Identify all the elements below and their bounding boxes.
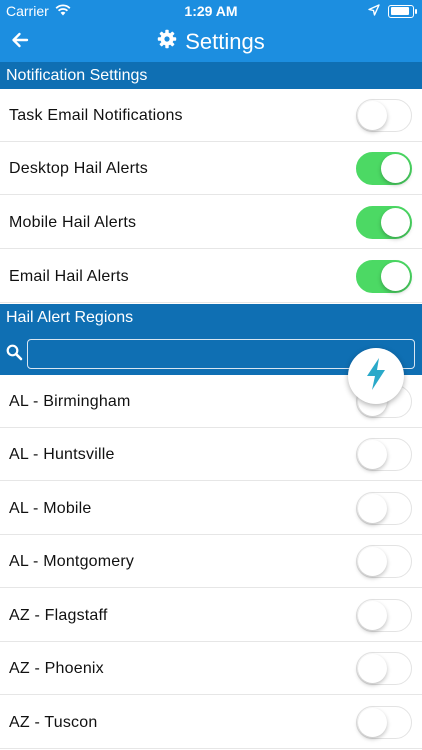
list-item-label: AZ - Phoenix — [9, 659, 104, 677]
list-item-label: AL - Mobile — [9, 499, 92, 517]
notification-settings-header: Notification Settings — [0, 62, 422, 89]
toggle-al-huntsville[interactable] — [356, 438, 412, 471]
hail-alert-regions-header: Hail Alert Regions — [0, 304, 422, 332]
status-time: 1:29 AM — [184, 3, 238, 19]
list-item-mobile-hail-alerts: Mobile Hail Alerts — [0, 196, 422, 249]
list-item-label: Email Hail Alerts — [9, 267, 129, 285]
toggle-az-flagstaff[interactable] — [356, 599, 412, 632]
battery-icon — [388, 4, 417, 18]
toggle-knob — [358, 601, 387, 630]
status-bar: Carrier 1:29 AM — [0, 0, 422, 22]
list-item-label: AL - Montgomery — [9, 552, 135, 570]
page-title: Settings — [185, 29, 265, 54]
toggle-az-phoenix[interactable] — [356, 652, 412, 685]
list-item-label: Task Email Notifications — [9, 106, 183, 124]
toggle-knob — [381, 154, 410, 183]
list-item-desktop-hail-alerts: Desktop Hail Alerts — [0, 142, 422, 195]
list-item-label: AL - Huntsville — [9, 445, 115, 463]
toggle-az-tuscon[interactable] — [356, 706, 412, 739]
page-title-group: Settings — [0, 22, 422, 62]
toggle-knob — [358, 494, 387, 523]
quick-action-button[interactable] — [348, 348, 404, 404]
list-item-label: AL - Birmingham — [9, 392, 131, 410]
toggle-knob — [358, 547, 387, 576]
toggle-desktop-hail-alerts[interactable] — [356, 152, 412, 185]
list-item-al-huntsville: AL - Huntsville — [0, 428, 422, 481]
list-item-al-montgomery: AL - Montgomery — [0, 535, 422, 588]
list-item-label: Desktop Hail Alerts — [9, 159, 148, 177]
toggle-knob — [358, 440, 387, 469]
list-item-az-flagstaff: AZ - Flagstaff — [0, 589, 422, 642]
toggle-knob — [381, 208, 410, 237]
list-item-label: AZ - Tuscon — [9, 713, 98, 731]
list-item-az-tuscon: AZ - Tuscon — [0, 696, 422, 749]
status-right-icons — [368, 3, 417, 19]
list-item-email-hail-alerts: Email Hail Alerts — [0, 250, 422, 303]
list-item-label: Mobile Hail Alerts — [9, 213, 137, 231]
toggle-email-hail-alerts[interactable] — [356, 260, 412, 293]
location-arrow-icon — [368, 3, 380, 19]
toggle-knob — [358, 654, 387, 683]
toggle-mobile-hail-alerts[interactable] — [356, 206, 412, 239]
lightning-bolt-icon — [364, 357, 388, 396]
search-icon — [6, 344, 23, 366]
toggle-knob — [358, 101, 387, 130]
list-item-label: AZ - Flagstaff — [9, 606, 108, 624]
list-item-task-email-notifications: Task Email Notifications — [0, 89, 422, 142]
list-item-al-mobile: AL - Mobile — [0, 482, 422, 535]
toggle-knob — [358, 708, 387, 737]
gear-icon — [157, 29, 177, 55]
toggle-knob — [381, 262, 410, 291]
toggle-al-montgomery[interactable] — [356, 545, 412, 578]
toggle-task-email-notifications[interactable] — [356, 99, 412, 132]
nav-bar: Settings — [0, 22, 422, 62]
toggle-al-mobile[interactable] — [356, 492, 412, 525]
list-item-az-phoenix: AZ - Phoenix — [0, 642, 422, 695]
